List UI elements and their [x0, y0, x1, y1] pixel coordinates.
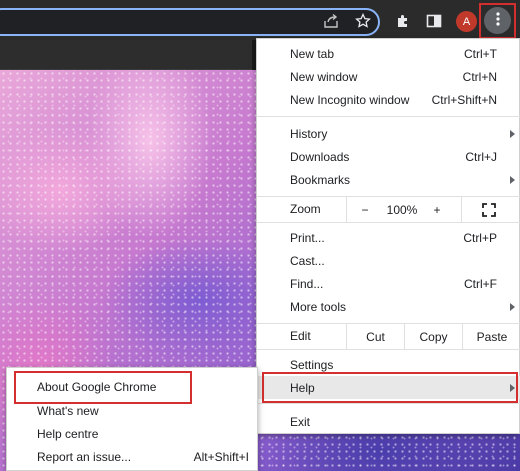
- menu-item-shortcut: Ctrl+Shift+N: [431, 92, 497, 107]
- copy-button[interactable]: Copy: [405, 324, 462, 349]
- browser-toolbar: A: [0, 0, 520, 40]
- zoom-out-button[interactable]: −: [353, 197, 377, 222]
- menu-item-label: Cast...: [290, 253, 325, 268]
- menu-item-label: Exit: [290, 414, 311, 429]
- submenu-item-help-centre[interactable]: Help centre: [7, 422, 259, 445]
- submenu-arrow-icon: [510, 175, 515, 184]
- submenu-item-whats-new[interactable]: What's new: [7, 399, 259, 422]
- zoom-divider: [461, 197, 462, 222]
- help-submenu: About Google Chrome What's new Help cent…: [6, 367, 258, 471]
- menu-item-label: New tab: [290, 46, 335, 61]
- menu-item-more-tools[interactable]: More tools: [257, 295, 520, 318]
- menu-item-downloads[interactable]: Downloads Ctrl+J: [257, 145, 520, 168]
- fullscreen-icon[interactable]: [477, 197, 501, 222]
- menu-item-exit[interactable]: Exit: [257, 410, 520, 433]
- zoom-divider: [346, 197, 347, 222]
- chrome-main-menu: New tab Ctrl+T New window Ctrl+N New Inc…: [256, 38, 520, 434]
- kebab-menu-icon: [495, 12, 500, 29]
- menu-item-label: New window: [290, 69, 358, 84]
- submenu-arrow-icon: [510, 129, 515, 138]
- extensions-icon[interactable]: [392, 10, 414, 32]
- zoom-level: 100%: [386, 202, 418, 217]
- zoom-in-button[interactable]: +: [425, 197, 449, 222]
- menu-item-label: More tools: [290, 299, 347, 314]
- profile-avatar[interactable]: A: [456, 11, 477, 32]
- menu-item-shortcut: Ctrl+P: [463, 230, 497, 245]
- submenu-item-label: What's new: [37, 403, 99, 418]
- menu-item-settings[interactable]: Settings: [257, 353, 520, 376]
- menu-item-label: Downloads: [290, 149, 350, 164]
- menu-divider: [257, 222, 520, 223]
- submenu-item-shortcut: Alt+Shift+I: [193, 449, 249, 464]
- menu-item-label: History: [290, 126, 328, 141]
- menu-divider: [257, 349, 520, 350]
- star-icon[interactable]: [352, 10, 374, 32]
- share-icon[interactable]: [320, 10, 342, 32]
- submenu-item-about-google-chrome[interactable]: About Google Chrome: [7, 375, 259, 398]
- menu-item-shortcut: Ctrl+T: [464, 46, 497, 61]
- menu-item-label: Settings: [290, 357, 334, 372]
- paste-button[interactable]: Paste: [463, 324, 520, 349]
- edit-label: Edit: [290, 329, 311, 343]
- submenu-item-label: Help centre: [37, 426, 99, 441]
- menu-item-bookmarks[interactable]: Bookmarks: [257, 168, 520, 191]
- menu-item-new-incognito-window[interactable]: New Incognito window Ctrl+Shift+N: [257, 88, 520, 111]
- zoom-label: Zoom: [290, 202, 321, 216]
- submenu-item-report-an-issue[interactable]: Report an issue... Alt+Shift+I: [7, 445, 259, 468]
- menu-item-print[interactable]: Print... Ctrl+P: [257, 226, 520, 249]
- chrome-menu-button[interactable]: [484, 7, 511, 34]
- zoom-row: Zoom − 100% +: [257, 197, 520, 222]
- page-header-strip: [0, 40, 252, 70]
- edit-row: Edit Cut Copy Paste: [257, 324, 520, 349]
- menu-item-label: Bookmarks: [290, 172, 351, 187]
- menu-item-new-tab[interactable]: New tab Ctrl+T: [257, 42, 520, 65]
- side-panel-icon[interactable]: [423, 10, 445, 32]
- submenu-arrow-icon: [510, 383, 515, 392]
- menu-item-shortcut: Ctrl+F: [464, 276, 497, 291]
- menu-item-cast[interactable]: Cast...: [257, 249, 520, 272]
- menu-item-history[interactable]: History: [257, 122, 520, 145]
- menu-divider: [257, 116, 520, 117]
- menu-item-new-window[interactable]: New window Ctrl+N: [257, 65, 520, 88]
- menu-item-help[interactable]: Help: [257, 376, 520, 399]
- menu-item-find[interactable]: Find... Ctrl+F: [257, 272, 520, 295]
- menu-item-label: Help: [290, 380, 315, 395]
- submenu-arrow-icon: [510, 302, 515, 311]
- menu-divider: [257, 403, 520, 404]
- menu-item-label: New Incognito window: [290, 92, 410, 107]
- menu-item-label: Print...: [290, 230, 325, 245]
- submenu-item-label: Report an issue...: [37, 449, 132, 464]
- cut-button[interactable]: Cut: [347, 324, 404, 349]
- submenu-item-label: About Google Chrome: [37, 379, 157, 394]
- menu-item-label: Find...: [290, 276, 324, 291]
- avatar-letter: A: [462, 15, 471, 28]
- menu-item-shortcut: Ctrl+J: [465, 149, 497, 164]
- menu-item-shortcut: Ctrl+N: [462, 69, 497, 84]
